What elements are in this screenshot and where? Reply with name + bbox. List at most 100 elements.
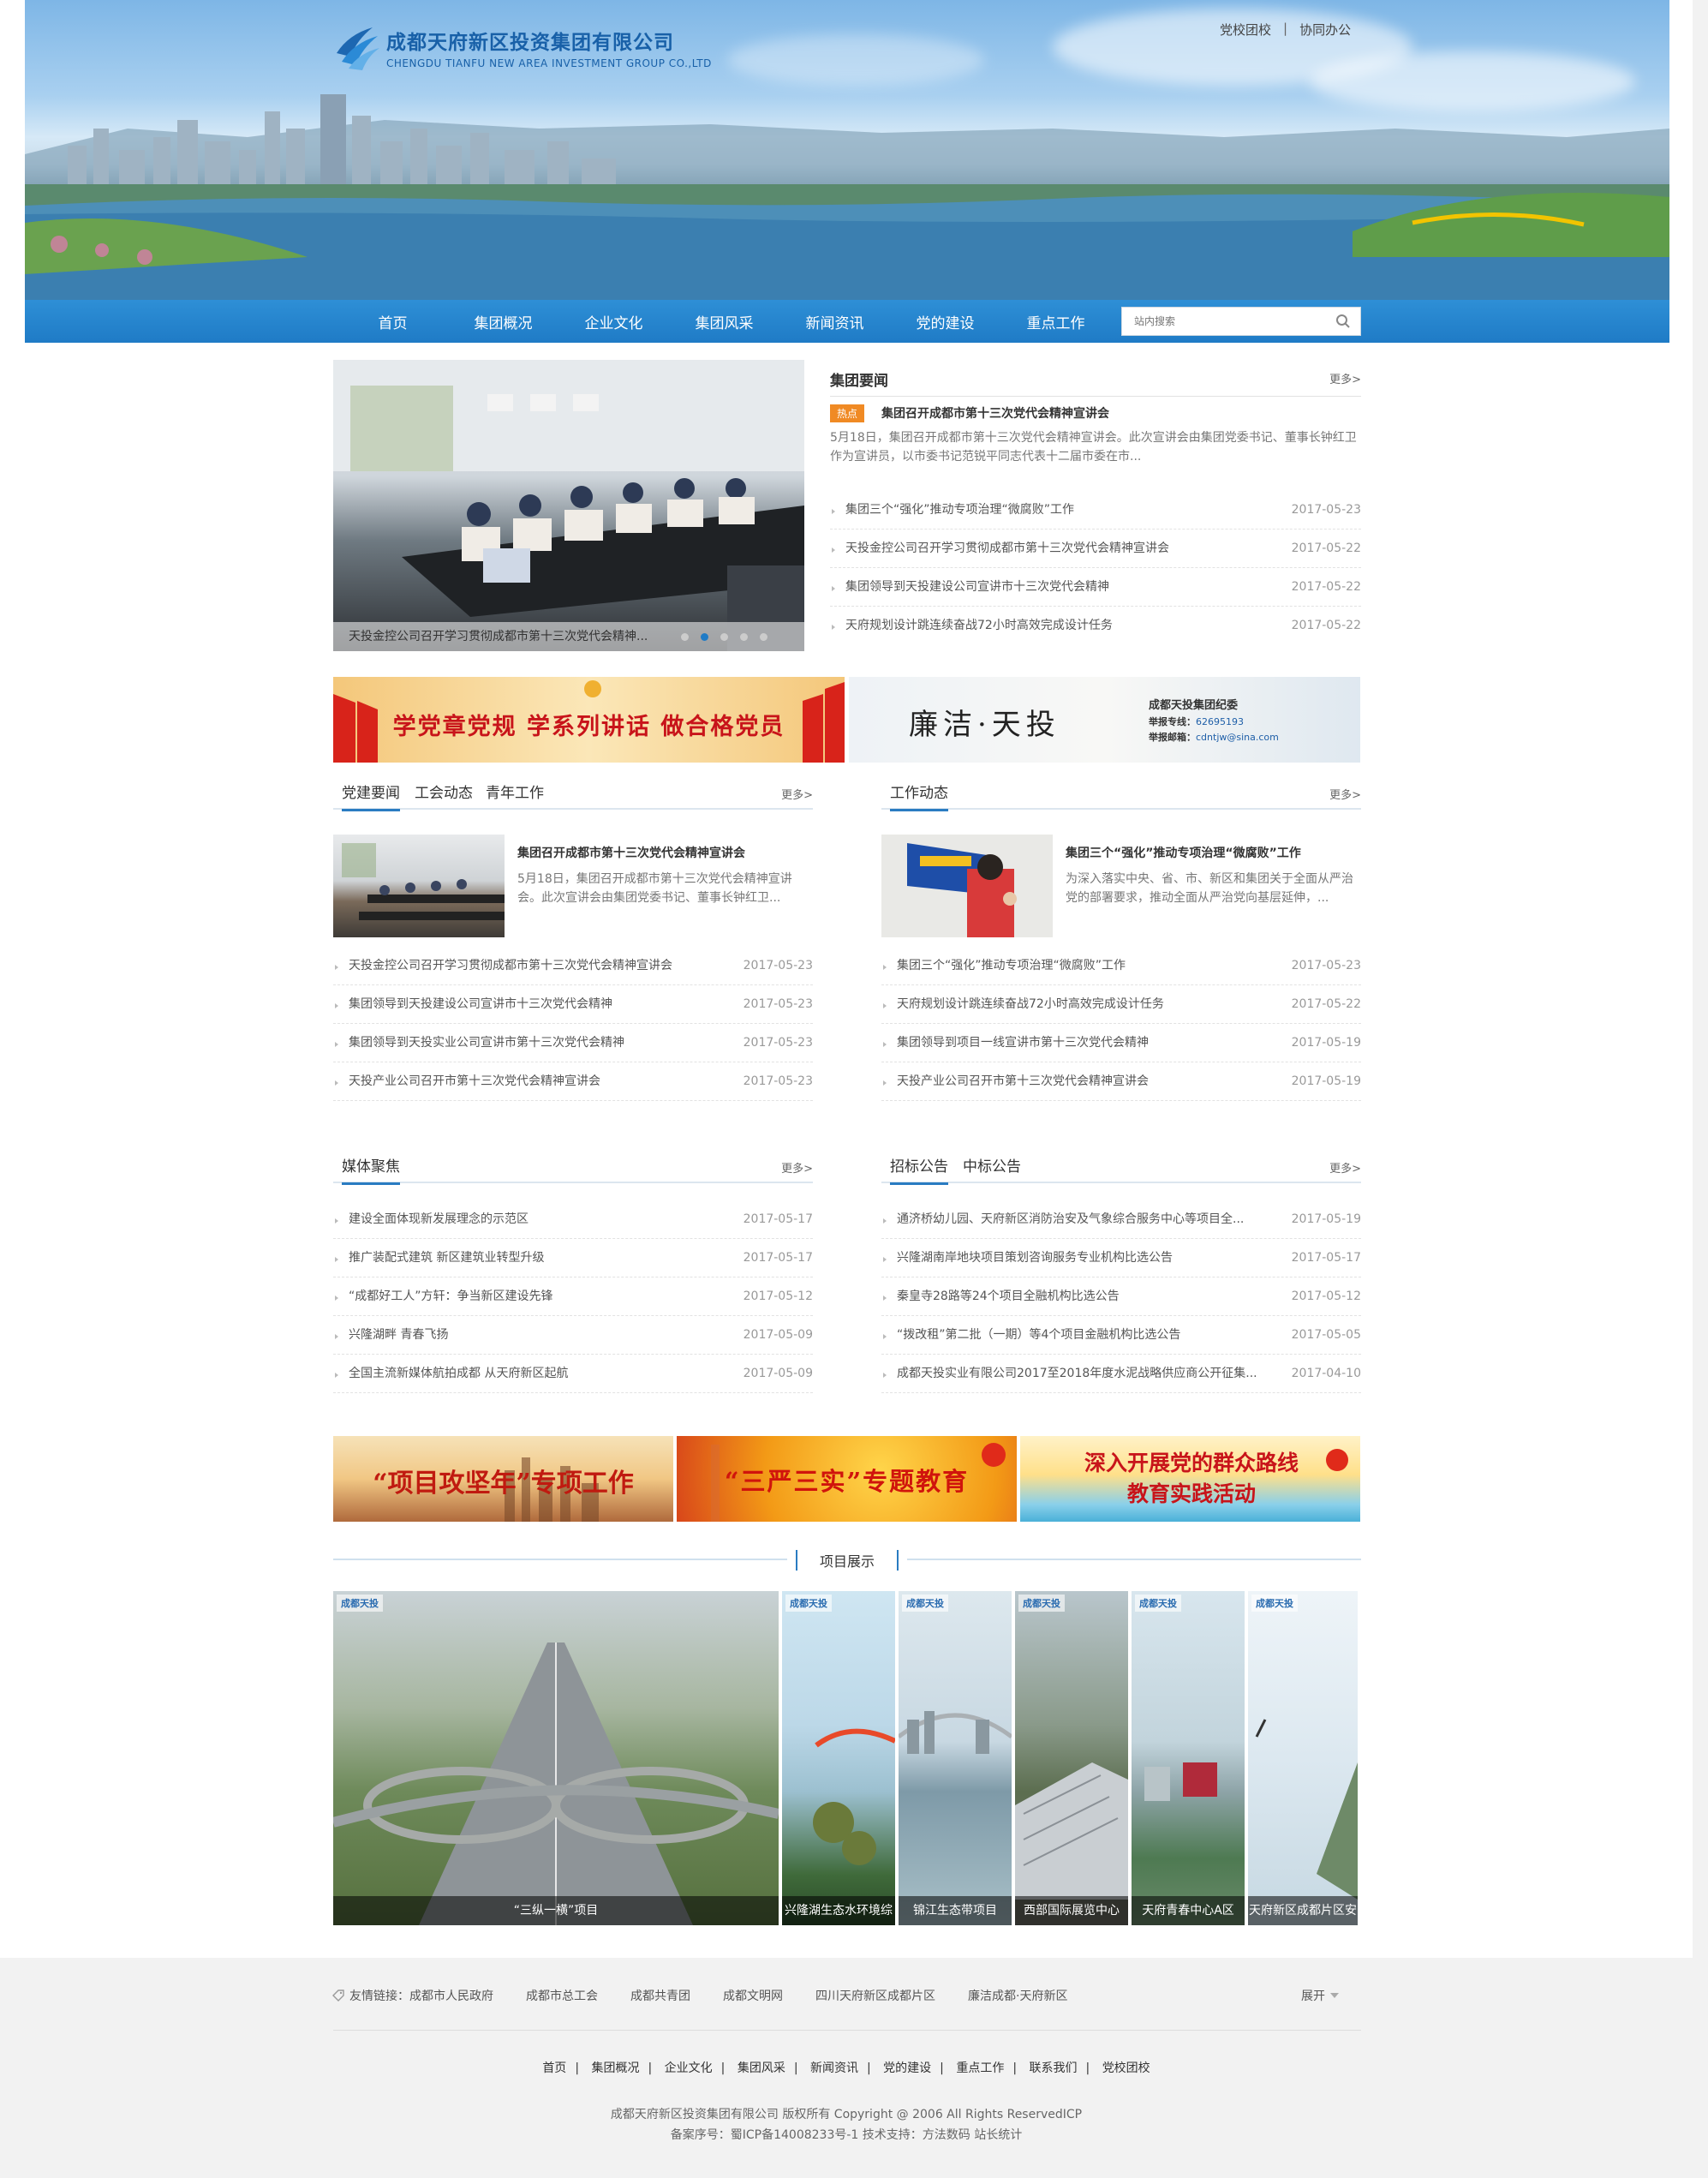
nav-item-party[interactable]: 党的建设 bbox=[890, 311, 1000, 332]
list-item[interactable]: 兴隆湖畔 青春飞扬 2017-05-09 bbox=[333, 1316, 813, 1355]
tab-award[interactable]: 中标公告 bbox=[963, 1154, 1021, 1176]
list-item[interactable]: 天投金控公司召开学习贯彻成都市第十三次党代会精神宣讲会 2017-05-23 bbox=[333, 947, 813, 985]
party-feature-title[interactable]: 集团召开成都市第十三次党代会精神宣讲会 bbox=[517, 844, 745, 861]
list-item[interactable]: 集团领导到天投建设公司宣讲市十三次党代会精神 2017-05-23 bbox=[333, 985, 813, 1024]
footer-nav-item[interactable]: 集团概况 bbox=[591, 2061, 639, 2075]
media-tabbar: 媒体聚焦 更多> bbox=[333, 1149, 813, 1185]
list-item[interactable]: 建设全面体现新发展理念的示范区 2017-05-17 bbox=[333, 1200, 813, 1239]
party-section: 党建要闻 工会动态 青年工作 更多> 集团召开成都市第十三次党代会精神宣讲会 5… bbox=[333, 775, 813, 1110]
list-item[interactable]: 集团领导到项目一线宣讲市第十三次党代会精神 2017-05-19 bbox=[881, 1024, 1361, 1062]
party-more-link[interactable]: 更多> bbox=[781, 786, 813, 802]
list-item[interactable]: 成都天投实业有限公司2017至2018年度水泥战略供应商公开征集... 2017-… bbox=[881, 1355, 1361, 1393]
work-feature-title[interactable]: 集团三个“强化”推动专项治理“微腐败”工作 bbox=[1066, 844, 1301, 861]
footer-nav-item[interactable]: 联系我们 bbox=[1030, 2061, 1078, 2075]
friend-link[interactable]: 廉洁成都·天府新区 bbox=[968, 1987, 1067, 2004]
slider-dot[interactable] bbox=[760, 633, 767, 641]
tag-icon bbox=[332, 1990, 344, 2001]
slider-dot[interactable] bbox=[740, 633, 748, 641]
list-item[interactable]: 天投金控公司召开学习贯彻成都市第十三次党代会精神宣讲会 2017-05-22 bbox=[830, 530, 1361, 568]
slider-dot-active[interactable] bbox=[701, 633, 708, 641]
friend-link[interactable]: 成都市总工会 bbox=[526, 1987, 598, 2004]
project-card[interactable]: 成都天投 锦江生态带项目 bbox=[899, 1591, 1012, 1925]
footer-nav-item[interactable]: 集团风采 bbox=[738, 2061, 785, 2075]
group-news-summary: 5月18日，集团召开成都市第十三次党代会精神宣讲会。此次宣讲会由集团党委书记、董… bbox=[830, 431, 1357, 464]
banner-party-study[interactable]: 学党章党规 学系列讲话 做合格党员 bbox=[333, 677, 845, 763]
copyright: 成都天府新区投资集团有限公司 版权所有 Copyright @ 2006 All… bbox=[610, 2108, 1083, 2121]
nav-item-key-work[interactable]: 重点工作 bbox=[1000, 311, 1111, 332]
list-item[interactable]: 通济桥幼儿园、天府新区消防治安及气象综合服务中心等项目全... 2017-05-1… bbox=[881, 1200, 1361, 1239]
list-item[interactable]: “成都好工人”方轩：争当新区建设先锋 2017-05-12 bbox=[333, 1277, 813, 1316]
tab-union[interactable]: 工会动态 bbox=[415, 781, 473, 802]
banner-project-year[interactable]: “项目攻坚年”专项工作 bbox=[333, 1436, 673, 1522]
slider-caption[interactable]: 天投金控公司召开学习贯彻成都市第十三次党代会精神... bbox=[349, 622, 674, 651]
list-item[interactable]: 全国主流新媒体航拍成都 从天府新区起航 2017-05-09 bbox=[333, 1355, 813, 1393]
tab-youth[interactable]: 青年工作 bbox=[486, 781, 544, 802]
list-item[interactable]: 集团领导到天投建设公司宣讲市十三次党代会精神 2017-05-22 bbox=[830, 568, 1361, 607]
project-logo: 成都天投 bbox=[1251, 1595, 1298, 1612]
project-card[interactable]: 成都天投 天府新区成都片区安 bbox=[1248, 1591, 1358, 1925]
tab-party-news[interactable]: 党建要闻 bbox=[342, 781, 400, 811]
tender-section: 招标公告 中标公告 更多> 通济桥幼儿园、天府新区消防治安及气象综合服务中心等项… bbox=[881, 1149, 1361, 1406]
banner-integrity[interactable]: 廉洁·天投 成都天投集团纪委 举报专线：62695193 举报邮箱：cdntjw… bbox=[849, 677, 1360, 763]
list-item[interactable]: 天投产业公司召开市第十三次党代会精神宣讲会 2017-05-23 bbox=[333, 1062, 813, 1101]
footer-nav-item[interactable]: 企业文化 bbox=[665, 2061, 713, 2075]
media-more-link[interactable]: 更多> bbox=[781, 1159, 813, 1176]
list-item[interactable]: 兴隆湖南岸地块项目策划咨询服务专业机构比选公告 2017-05-17 bbox=[881, 1239, 1361, 1277]
nav-item-culture[interactable]: 企业文化 bbox=[558, 311, 669, 332]
friend-link[interactable]: 成都市人民政府 bbox=[409, 1987, 493, 2004]
banner-mass-line[interactable]: 深入开展党的群众路线教育实践活动 bbox=[1020, 1436, 1360, 1522]
top-link-party-school[interactable]: 党校团校 bbox=[1220, 21, 1271, 39]
list-item[interactable]: 推广装配式建筑 新区建筑业转型升级 2017-05-17 bbox=[333, 1239, 813, 1277]
tab-tender[interactable]: 招标公告 bbox=[890, 1154, 948, 1185]
search-icon[interactable] bbox=[1326, 308, 1360, 335]
list-item[interactable]: 秦皇寺28路等24个项目全融机构比选公告 2017-05-12 bbox=[881, 1277, 1361, 1316]
brand[interactable]: 成都天府新区投资集团有限公司 CHENGDU TIANFU NEW AREA I… bbox=[333, 22, 712, 72]
list-item[interactable]: 天投产业公司召开市第十三次党代会精神宣讲会 2017-05-19 bbox=[881, 1062, 1361, 1101]
group-news-more-link[interactable]: 更多> bbox=[1329, 370, 1361, 386]
project-card[interactable]: 成都天投 兴隆湖生态水环境综 bbox=[782, 1591, 895, 1925]
banner-three-strict-text: “三严三实”专题教育 bbox=[724, 1467, 970, 1496]
footer-nav-item[interactable]: 党的建设 bbox=[883, 2061, 931, 2075]
footer-nav-item[interactable]: 首页 bbox=[542, 2061, 566, 2075]
group-news-headline[interactable]: 集团召开成都市第十三次党代会精神宣讲会 bbox=[881, 404, 1109, 422]
friend-link[interactable]: 成都共青团 bbox=[630, 1987, 690, 2004]
tab-work-news[interactable]: 工作动态 bbox=[890, 781, 948, 811]
slider-photo-image bbox=[333, 360, 804, 651]
list-item[interactable]: 天府规划设计跳连续奋战72小时高效完成设计任务 2017-05-22 bbox=[830, 607, 1361, 645]
footer-nav-item[interactable]: 党校团校 bbox=[1102, 2061, 1150, 2075]
news-slider[interactable]: 天投金控公司召开学习贯彻成都市第十三次党代会精神... bbox=[333, 360, 804, 651]
tender-list: 通济桥幼儿园、天府新区消防治安及气象综合服务中心等项目全... 2017-05-1… bbox=[881, 1200, 1361, 1393]
nav-item-overview[interactable]: 集团概况 bbox=[448, 311, 558, 332]
tender-more-link[interactable]: 更多> bbox=[1329, 1159, 1361, 1176]
friend-link[interactable]: 四川天府新区成都片区 bbox=[815, 1987, 935, 2004]
nav-item-news[interactable]: 新闻资讯 bbox=[779, 311, 890, 332]
nav-item-home[interactable]: 首页 bbox=[337, 311, 448, 332]
project-card[interactable]: 成都天投 “三纵一横”项目 bbox=[333, 1591, 779, 1925]
party-feature-image[interactable] bbox=[333, 835, 505, 937]
top-link-office[interactable]: 协同办公 bbox=[1299, 21, 1351, 39]
tab-media[interactable]: 媒体聚焦 bbox=[342, 1154, 400, 1185]
nav-item-style[interactable]: 集团风采 bbox=[669, 311, 779, 332]
banner-three-strict[interactable]: “三严三实”专题教育 bbox=[677, 1436, 1017, 1522]
search-box bbox=[1121, 307, 1361, 336]
list-item[interactable]: 天府规划设计跳连续奋战72小时高效完成设计任务 2017-05-22 bbox=[881, 985, 1361, 1024]
group-news-divider bbox=[830, 396, 1361, 397]
list-item[interactable]: 集团三个“强化”推动专项治理“微腐败”工作 2017-05-23 bbox=[881, 947, 1361, 985]
slider-dot[interactable] bbox=[720, 633, 728, 641]
footer-nav-item[interactable]: 重点工作 bbox=[956, 2061, 1004, 2075]
slider-dot[interactable] bbox=[681, 633, 689, 641]
work-more-link[interactable]: 更多> bbox=[1329, 786, 1361, 802]
expand-toggle[interactable]: 展开 bbox=[1301, 1987, 1339, 2004]
project-card[interactable]: 成都天投 西部国际展览中心 bbox=[1015, 1591, 1128, 1925]
list-item[interactable]: 集团三个“强化”推动专项治理“微腐败”工作 2017-05-23 bbox=[830, 491, 1361, 530]
footer-nav-item[interactable]: 新闻资讯 bbox=[810, 2061, 858, 2075]
work-feature-image[interactable] bbox=[881, 835, 1053, 937]
project-caption: 天府新区成都片区安 bbox=[1248, 1896, 1358, 1925]
list-item[interactable]: 集团领导到天投实业公司宣讲市第十三次党代会精神 2017-05-23 bbox=[333, 1024, 813, 1062]
media-section: 媒体聚焦 更多> 建设全面体现新发展理念的示范区 2017-05-17 推广装配式… bbox=[333, 1149, 813, 1406]
company-logo-icon bbox=[337, 27, 379, 70]
search-input[interactable] bbox=[1122, 308, 1326, 334]
list-item[interactable]: “拨改租”第二批（一期）等4个项目金融机构比选公告 2017-05-05 bbox=[881, 1316, 1361, 1355]
project-card[interactable]: 成都天投 天府青春中心A区 bbox=[1132, 1591, 1245, 1925]
friend-link[interactable]: 成都文明网 bbox=[723, 1987, 783, 2004]
